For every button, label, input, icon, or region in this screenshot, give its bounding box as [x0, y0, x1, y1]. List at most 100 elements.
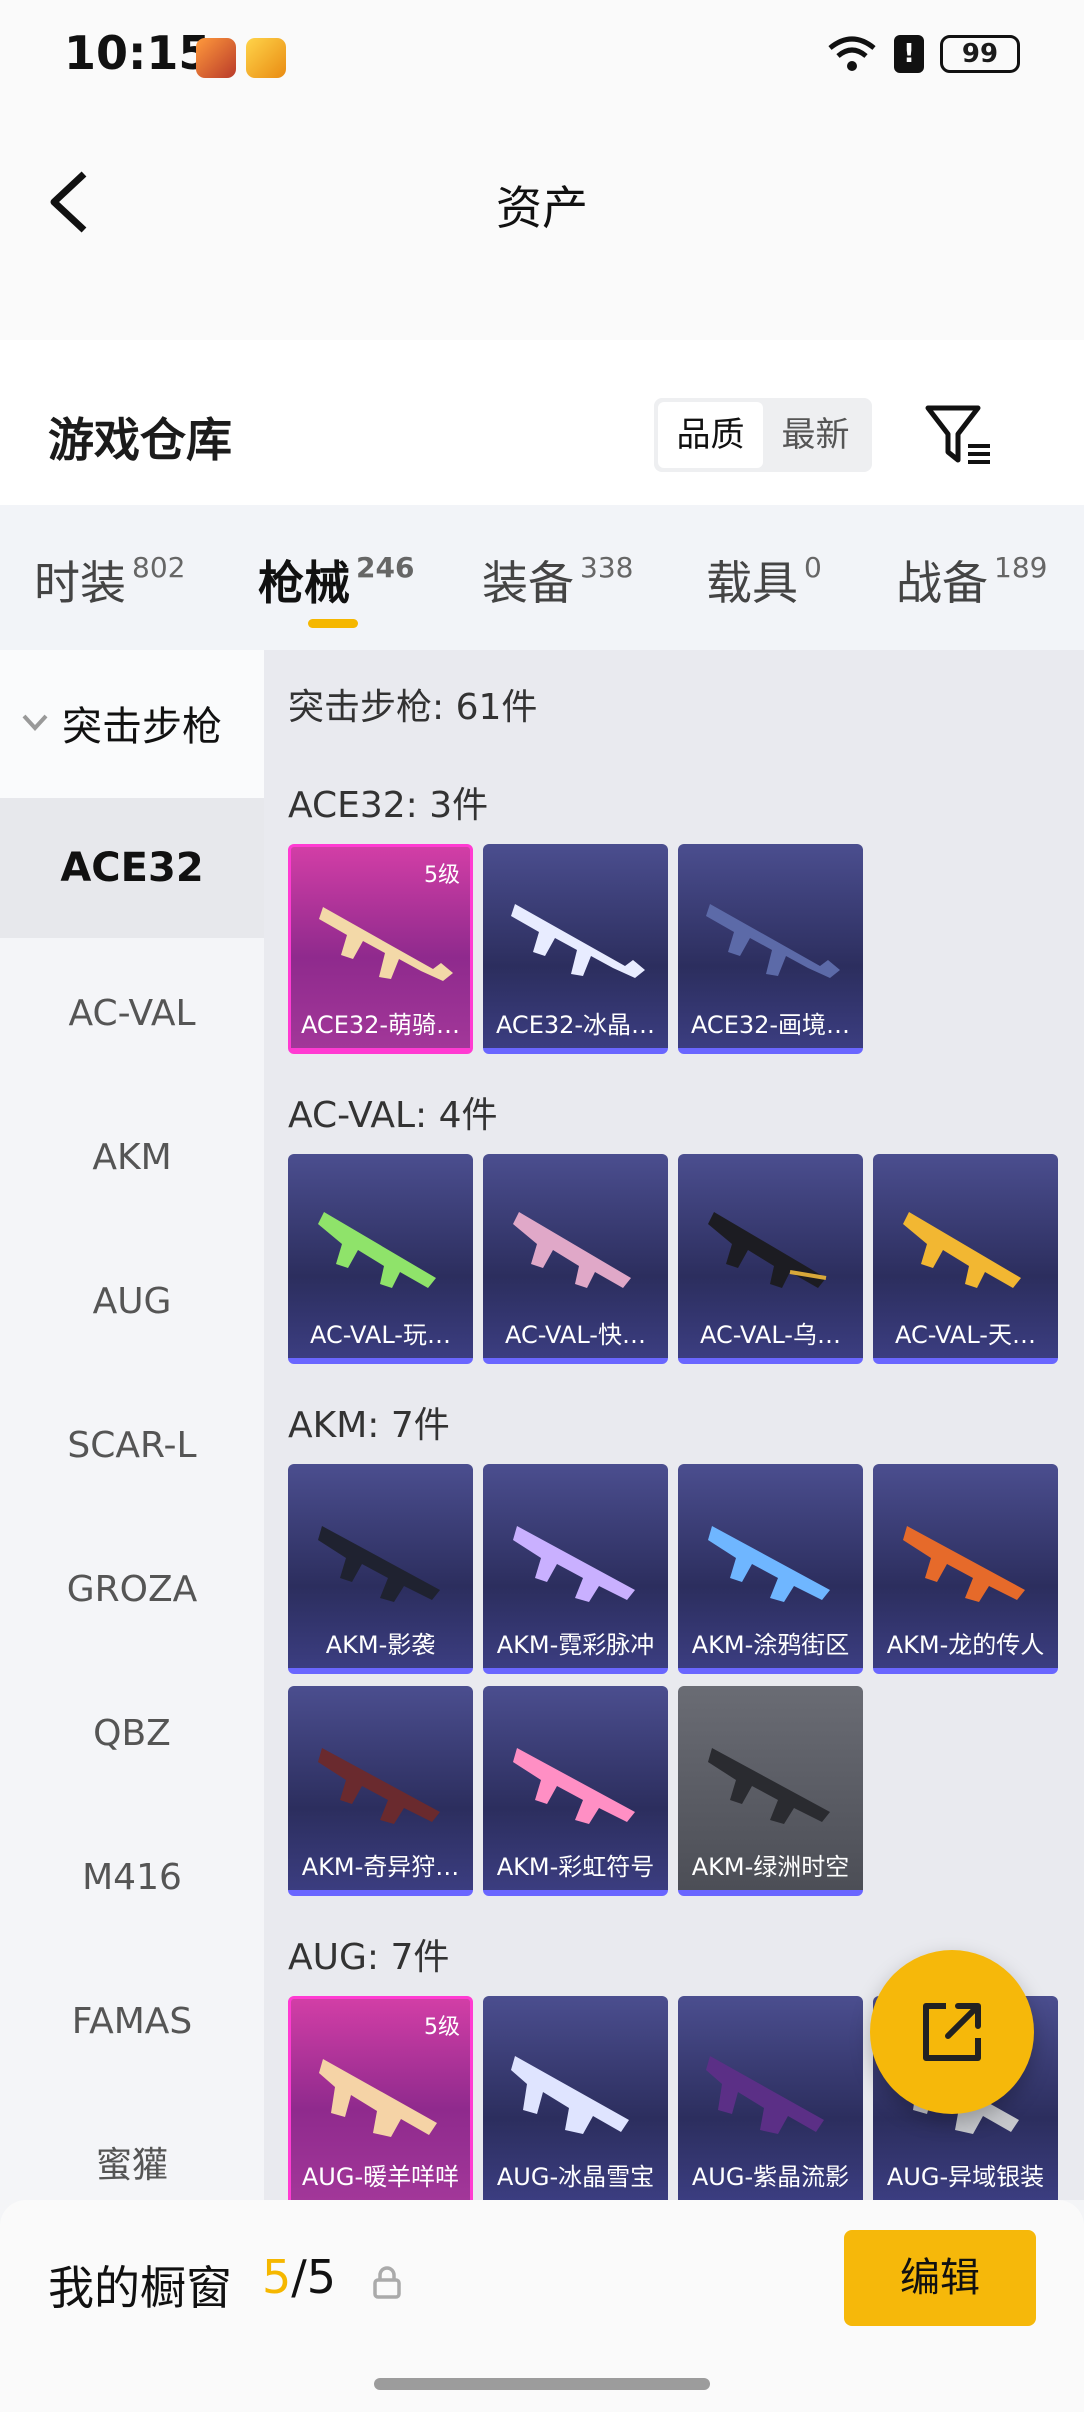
active-tab-indicator	[308, 619, 358, 628]
rifle-icon	[318, 1748, 440, 1824]
tab-firearms[interactable]: 枪械 246	[258, 547, 414, 613]
tab-count: 802	[132, 551, 186, 584]
skin-name: AKM-影袭	[325, 1631, 436, 1659]
rifle-icon	[513, 1212, 631, 1288]
rifle-icon	[706, 904, 840, 978]
skin-name: AC-VAL-天…	[895, 1321, 1036, 1349]
rifle-icon	[319, 2059, 437, 2137]
rifle-icon	[708, 1526, 830, 1602]
skin-card[interactable]: AKM-霓彩脉冲	[483, 1464, 668, 1674]
sort-toggle: 品质 最新	[654, 398, 872, 472]
clock: 10:15	[64, 26, 211, 80]
lock-icon	[373, 2266, 401, 2299]
tab-label: 载具	[706, 556, 798, 610]
skin-card[interactable]: AC-VAL-天…	[873, 1154, 1058, 1364]
sidebar-category[interactable]: 突击步枪	[0, 650, 264, 798]
skin-card[interactable]: AUG-紫晶流影	[678, 1996, 863, 2200]
rifle-icon	[319, 907, 453, 981]
rifle-icon	[318, 1526, 440, 1602]
rifle-icon	[708, 1212, 827, 1288]
share-button[interactable]	[870, 1950, 1034, 2114]
skin-name: ACE32-画境…	[690, 1011, 851, 1039]
game-app-icon	[196, 38, 236, 78]
rifle-icon	[511, 2056, 629, 2134]
group-title-ac-val: AC-VAL: 4件	[288, 1095, 498, 1136]
skin-card[interactable]: 5级 ACE32-萌骑…	[288, 844, 473, 1054]
warehouse-bar: 游戏仓库 品质 最新	[0, 340, 1084, 505]
skin-card[interactable]: AKM-绿洲时空	[678, 1686, 863, 1896]
battery-icon: 99	[940, 35, 1020, 73]
sort-by-quality[interactable]: 品质	[658, 402, 763, 468]
tab-supplies[interactable]: 战备 189	[896, 547, 1047, 613]
skin-card[interactable]: AC-VAL-玩…	[288, 1154, 473, 1364]
skin-name: ACE32-冰晶…	[495, 1011, 656, 1039]
skin-name: AKM-龙的传人	[886, 1631, 1045, 1659]
rifle-icon	[513, 1526, 635, 1602]
sidebar-item-akm[interactable]: AKM	[0, 1088, 264, 1228]
skin-card[interactable]: AKM-奇异狩…	[288, 1686, 473, 1896]
tab-count: 338	[580, 551, 634, 584]
skin-card[interactable]: AUG-冰晶雪宝	[483, 1996, 668, 2200]
rifle-icon	[513, 1748, 635, 1824]
tab-equipment[interactable]: 装备 338	[482, 547, 633, 613]
tab-fashion[interactable]: 时装 802	[34, 547, 185, 613]
tab-count: 246	[356, 551, 415, 584]
rifle-icon	[903, 1212, 1021, 1288]
tab-count: 0	[804, 551, 822, 584]
skin-name: ACE32-萌骑…	[300, 1011, 461, 1039]
skin-card[interactable]: ACE32-冰晶…	[483, 844, 668, 1054]
section-total: 突击步枪: 61件	[288, 687, 538, 728]
showcase-total: /5	[291, 2250, 337, 2304]
home-indicator[interactable]	[374, 2378, 710, 2390]
skin-card[interactable]: ACE32-画境…	[678, 844, 863, 1054]
edit-button[interactable]: 编辑	[844, 2230, 1036, 2326]
skin-card[interactable]: 5级 AUG-暖羊咩咩	[288, 1996, 473, 2200]
group-title-ace32: ACE32: 3件	[288, 785, 489, 826]
skin-card[interactable]: AKM-影袭	[288, 1464, 473, 1674]
filter-icon[interactable]	[924, 402, 994, 468]
skin-name: AUG-冰晶雪宝	[496, 2163, 655, 2191]
top-nav: 资产	[0, 110, 1084, 340]
skin-card[interactable]: AKM-龙的传人	[873, 1464, 1058, 1674]
rifle-icon	[511, 904, 645, 978]
sidebar-item-qbz[interactable]: QBZ	[0, 1664, 264, 1804]
showcase-label: 我的橱窗	[48, 2261, 232, 2315]
sidebar-item-groza[interactable]: GROZA	[0, 1520, 264, 1660]
tab-label: 装备	[482, 556, 574, 610]
skin-name: AUG-紫晶流影	[691, 2163, 850, 2191]
showcase-count: 5/5	[262, 2250, 336, 2304]
tab-label: 时装	[34, 556, 126, 610]
helper-app-icon	[246, 38, 286, 78]
skin-card[interactable]: AC-VAL-快…	[483, 1154, 668, 1364]
sidebar-item-scar-l[interactable]: SCAR-L	[0, 1376, 264, 1516]
status-bar: 10:15 ! 99	[0, 0, 1084, 110]
skin-name: AKM-奇异狩…	[301, 1853, 460, 1881]
skin-name: AC-VAL-玩…	[310, 1321, 451, 1349]
skin-name: AKM-绿洲时空	[691, 1853, 850, 1881]
group-title-akm: AKM: 7件	[288, 1405, 450, 1446]
share-icon	[923, 2003, 981, 2061]
tab-vehicles[interactable]: 载具 0	[706, 547, 822, 613]
warehouse-title: 游戏仓库	[48, 413, 232, 467]
page-title: 资产	[496, 181, 588, 235]
sidebar-item-aug[interactable]: AUG	[0, 1232, 264, 1372]
sort-by-newest[interactable]: 最新	[763, 402, 868, 468]
rifle-icon	[903, 1526, 1025, 1602]
skin-card[interactable]: AKM-彩虹符号	[483, 1686, 668, 1896]
category-label: 突击步枪	[62, 704, 222, 750]
skin-card[interactable]: AKM-涂鸦街区	[678, 1464, 863, 1674]
sidebar-item-ac-val[interactable]: AC-VAL	[0, 944, 264, 1084]
group-title-aug: AUG: 7件	[288, 1937, 450, 1978]
rifle-icon	[318, 1212, 436, 1288]
skin-name: AUG-异域银装	[886, 2163, 1045, 2191]
skin-card[interactable]: AC-VAL-乌…	[678, 1154, 863, 1364]
skin-name: AKM-彩虹符号	[496, 1853, 655, 1881]
chevron-down-icon	[22, 714, 48, 731]
sidebar-item-famas[interactable]: FAMAS	[0, 1952, 264, 2092]
skin-name: AC-VAL-快…	[505, 1321, 646, 1349]
sidebar-item-m416[interactable]: M416	[0, 1808, 264, 1948]
sidebar-item-ace32[interactable]: ACE32	[0, 798, 264, 938]
rifle-icon	[708, 1748, 830, 1824]
skin-name: AC-VAL-乌…	[700, 1321, 841, 1349]
wifi-icon	[828, 36, 876, 71]
